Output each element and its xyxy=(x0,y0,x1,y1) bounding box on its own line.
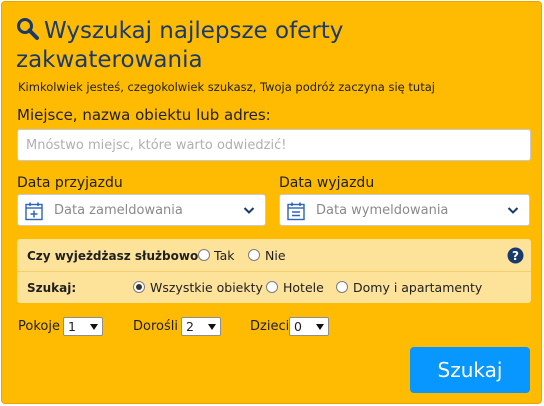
dropdown-arrow-icon xyxy=(316,324,324,330)
children-label: Dzieci xyxy=(250,319,290,334)
checkout-value: Data wymeldowania xyxy=(316,203,449,218)
subtitle: Kimkolwiek jesteś, czegokolwiek szukasz,… xyxy=(18,80,435,94)
property-hotels-label[interactable]: Hotele xyxy=(283,280,324,295)
property-all-label[interactable]: Wszystkie obiekty xyxy=(150,280,263,295)
business-trip-no-radio[interactable] xyxy=(248,249,260,261)
calendar-icon xyxy=(287,202,305,221)
rooms-label: Pokoje xyxy=(18,319,60,334)
business-trip-no-label[interactable]: Nie xyxy=(265,248,286,263)
checkin-field[interactable]: Data zameldowania xyxy=(17,194,266,226)
business-trip-question: Czy wyjeżdżasz służbowo? xyxy=(27,249,206,263)
page-title: Wyszukaj najlepsze oferty zakwaterowania xyxy=(16,17,404,75)
property-type-label: Szukaj: xyxy=(27,281,77,295)
options-divider xyxy=(17,271,531,272)
adults-select[interactable]: 2 xyxy=(181,317,221,336)
calendar-icon xyxy=(25,202,43,221)
rooms-select[interactable]: 1 xyxy=(63,317,103,336)
property-hotels-radio[interactable] xyxy=(266,281,278,293)
property-homes-label[interactable]: Domy i apartamenty xyxy=(353,280,482,295)
title-line-1: Wyszukaj najlepsze oferty xyxy=(44,18,344,44)
destination-input[interactable] xyxy=(17,129,531,161)
destination-label: Miejsce, nazwa obiektu lub adres: xyxy=(17,106,271,124)
chevron-down-icon xyxy=(243,207,255,214)
checkin-value: Data zameldowania xyxy=(54,203,183,218)
children-value: 0 xyxy=(294,319,302,334)
search-panel: Wyszukaj najlepsze oferty zakwaterowania… xyxy=(1,1,542,404)
property-all-radio[interactable] xyxy=(133,281,145,293)
dropdown-arrow-icon xyxy=(90,324,98,330)
search-icon xyxy=(17,18,39,40)
dropdown-arrow-icon xyxy=(208,324,216,330)
search-button[interactable]: Szukaj xyxy=(410,347,530,393)
checkout-field[interactable]: Data wymeldowania xyxy=(279,194,530,226)
checkout-label: Data wyjazdu xyxy=(279,175,375,191)
rooms-value: 1 xyxy=(68,319,76,334)
adults-label: Dorośli xyxy=(133,319,178,334)
business-trip-yes-radio[interactable] xyxy=(198,249,210,261)
checkin-label: Data przyjazdu xyxy=(17,175,123,191)
help-icon[interactable]: ? xyxy=(507,247,524,264)
svg-text:?: ? xyxy=(512,249,519,263)
property-homes-radio[interactable] xyxy=(336,281,348,293)
business-trip-yes-label[interactable]: Tak xyxy=(214,248,234,263)
children-select[interactable]: 0 xyxy=(289,317,329,336)
title-line-2: zakwaterowania xyxy=(16,47,203,73)
chevron-down-icon xyxy=(507,207,519,214)
options-box: Czy wyjeżdżasz służbowo? Tak Nie ? Szuka… xyxy=(17,239,531,303)
adults-value: 2 xyxy=(186,319,194,334)
